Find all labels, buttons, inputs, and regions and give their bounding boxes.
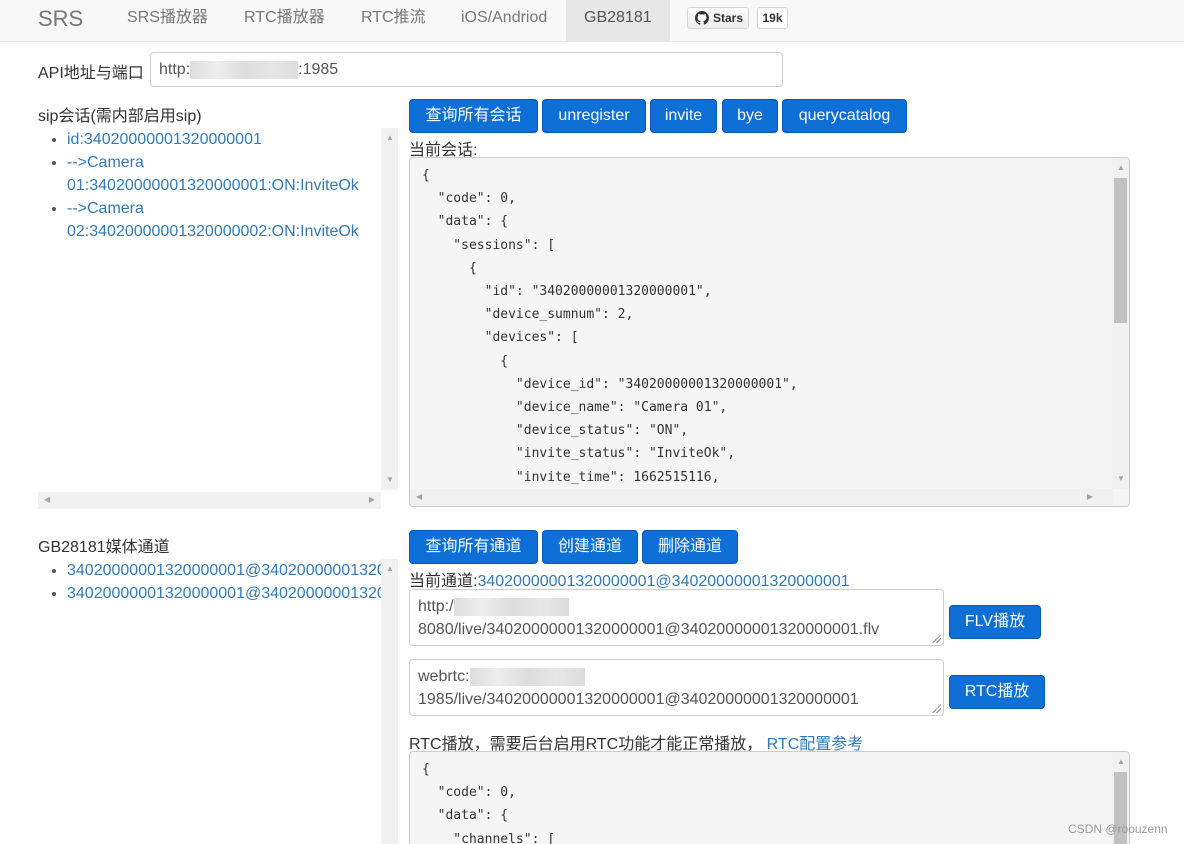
top-navbar: SRS SRS播放器 RTC播放器 RTC推流 iOS/Andriod GB28…	[0, 0, 1184, 42]
api-address-input[interactable]: http: :1985	[150, 52, 783, 87]
scroll-down-icon[interactable]: ▼	[1117, 475, 1125, 483]
github-stars-button[interactable]: Stars	[687, 7, 749, 29]
list-item[interactable]: 34020000001320000001@3402000000132000000…	[67, 582, 381, 605]
flv-url-textarea[interactable]: http:/ 8080/live/34020000001320000001@340…	[409, 589, 944, 646]
scroll-right-icon[interactable]: ▶	[369, 496, 375, 504]
rtc-url-suffix: 1985/live/34020000001320000001@340200000…	[418, 691, 859, 708]
querycatalog-button[interactable]: querycatalog	[782, 99, 907, 133]
scroll-up-icon[interactable]: ▲	[1117, 758, 1125, 766]
channel-link[interactable]: 34020000001320000001@3402000000132000000…	[67, 562, 381, 579]
api-value-suffix: :1985	[298, 61, 339, 78]
list-item[interactable]: 34020000001320000001@3402000000132000000…	[67, 559, 381, 582]
nav-mobile[interactable]: iOS/Andriod	[461, 0, 547, 42]
api-value-prefix: http:	[159, 61, 191, 78]
scroll-down-icon[interactable]: ▼	[386, 476, 394, 484]
nav-rtc-publisher[interactable]: RTC推流	[361, 0, 426, 42]
scroll-up-icon[interactable]: ▲	[1117, 164, 1125, 172]
current-channel-row: 当前通道:34020000001320000001@34020000001320…	[409, 567, 850, 591]
rtc-url-textarea[interactable]: webrtc: 1985/live/34020000001320000001@34…	[409, 659, 944, 716]
redacted-host	[190, 60, 299, 79]
github-stars-label: Stars	[713, 11, 744, 25]
current-channel-link[interactable]: 34020000001320000001@3402000000132000000…	[477, 573, 849, 590]
scroll-left-icon[interactable]: ◀	[44, 496, 50, 504]
scroll-left-icon[interactable]: ◀	[416, 493, 422, 501]
nav-srs-player[interactable]: SRS播放器	[127, 0, 208, 42]
create-channel-button[interactable]: 创建通道	[542, 530, 638, 564]
channel-list-vertical-scrollbar[interactable]: ▲	[381, 559, 398, 844]
query-channels-button[interactable]: 查询所有通道	[409, 530, 538, 564]
sip-list-horizontal-scrollbar[interactable]: ◀ ▶	[38, 492, 381, 509]
sip-list-vertical-scrollbar[interactable]: ▲ ▼	[381, 128, 398, 490]
rtc-play-button[interactable]: RTC播放	[949, 675, 1045, 709]
channel-json-output[interactable]: { "code": 0, "data": { "channels": [ ▲	[409, 751, 1130, 844]
current-channel-label: 当前通道:	[409, 573, 478, 590]
nav-gb28181[interactable]: GB28181	[566, 0, 670, 42]
flv-play-button[interactable]: FLV播放	[949, 605, 1041, 639]
flv-url-suffix: 8080/live/34020000001320000001@340200000…	[418, 621, 880, 638]
nav-rtc-player[interactable]: RTC播放器	[244, 0, 325, 42]
sip-device-link[interactable]: -->Camera 02:34020000001320000002:ON:Inv…	[67, 200, 359, 240]
channel-list[interactable]: 34020000001320000001@3402000000132000000…	[38, 559, 381, 844]
list-item[interactable]: -->Camera 01:34020000001320000001:ON:Inv…	[67, 151, 381, 197]
list-item[interactable]: -->Camera 02:34020000001320000002:ON:Inv…	[67, 197, 381, 243]
scroll-up-icon[interactable]: ▲	[386, 565, 394, 573]
bye-button[interactable]: bye	[722, 99, 778, 133]
scroll-up-icon[interactable]: ▲	[386, 134, 394, 142]
query-sessions-button[interactable]: 查询所有会话	[409, 99, 538, 133]
unregister-button[interactable]: unregister	[542, 99, 646, 133]
watermark: CSDN @roouzenn	[1068, 822, 1168, 836]
redacted-host	[453, 597, 569, 616]
list-item[interactable]: id:34020000001320000001	[67, 128, 381, 151]
resize-grip-icon[interactable]	[932, 704, 941, 713]
json-horizontal-scrollbar[interactable]: ◀ ▶	[410, 489, 1113, 506]
resize-grip-icon[interactable]	[932, 634, 941, 643]
sip-device-link[interactable]: -->Camera 01:34020000001320000001:ON:Inv…	[67, 154, 359, 194]
sip-section-title: sip会话(需内部启用sip)	[38, 108, 202, 125]
session-json-output[interactable]: { "code": 0, "data": { "sessions": [ { "…	[409, 157, 1130, 507]
channel-link[interactable]: 34020000001320000001@3402000000132000000…	[67, 585, 381, 602]
flv-url-prefix: http:/	[418, 598, 454, 615]
scrollbar-thumb[interactable]	[1114, 178, 1127, 323]
scroll-right-icon[interactable]: ▶	[1087, 493, 1093, 501]
github-stars-count[interactable]: 19k	[757, 7, 788, 29]
delete-channel-button[interactable]: 删除通道	[642, 530, 738, 564]
redacted-host	[469, 667, 585, 686]
sip-session-list[interactable]: id:34020000001320000001 -->Camera 01:340…	[38, 128, 381, 490]
invite-button[interactable]: invite	[650, 99, 717, 133]
sip-session-link[interactable]: id:34020000001320000001	[67, 131, 262, 148]
github-icon	[695, 11, 709, 25]
session-json-text: { "code": 0, "data": { "sessions": [ { "…	[422, 168, 798, 485]
json-vertical-scrollbar[interactable]: ▲ ▼	[1112, 158, 1129, 489]
rtc-url-prefix: webrtc:	[418, 668, 470, 685]
channel-json-text: { "code": 0, "data": { "channels": [	[422, 762, 556, 844]
api-label: API地址与端口	[38, 65, 144, 82]
brand-logo[interactable]: SRS	[38, 6, 83, 32]
channel-section-title: GB28181媒体通道	[38, 539, 170, 556]
